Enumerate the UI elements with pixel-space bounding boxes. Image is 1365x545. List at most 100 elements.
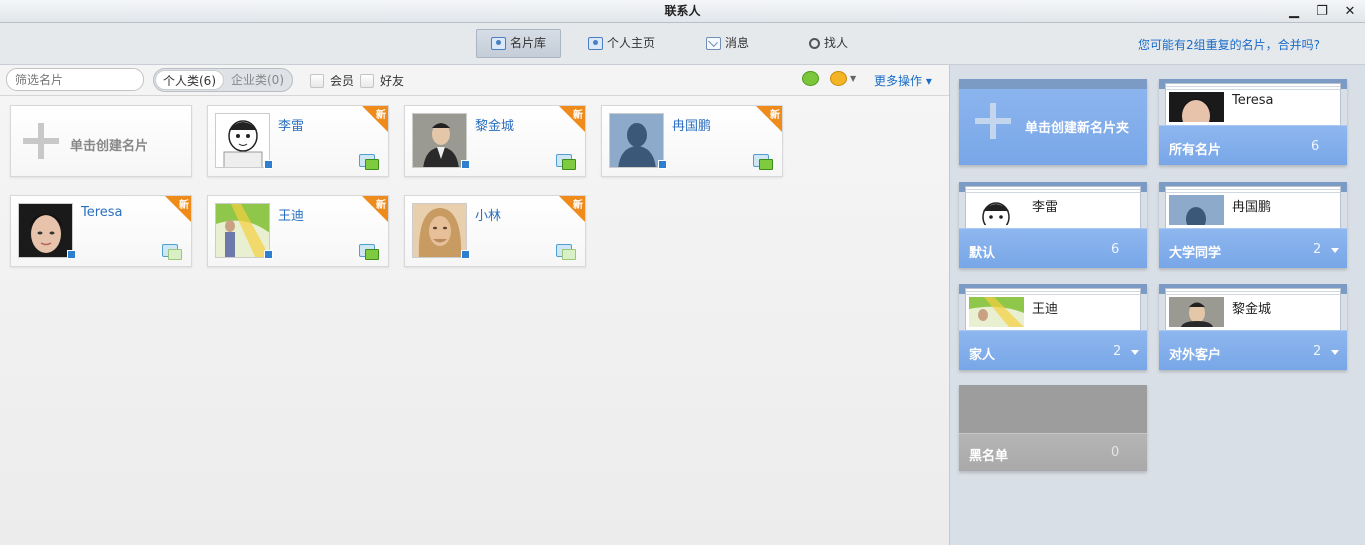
default-silhouette-avatar [609,113,664,168]
tab-label: 名片库 [510,36,547,50]
chat-icon[interactable] [556,244,576,260]
new-badge-text: 新 [573,200,583,211]
folder-count: 2 [1313,242,1322,257]
tab-label: 个人主页 [607,36,656,50]
contact-card[interactable]: 黎金城 新 [404,105,586,177]
contact-card[interactable]: 小林 新 [404,195,586,267]
folder-count: 2 [1113,344,1122,359]
contact-name[interactable]: Teresa [81,205,123,220]
close-button[interactable]: ✕ [1341,0,1359,23]
contact-name[interactable]: 小林 [475,205,501,224]
checkbox-box[interactable] [310,73,324,88]
merge-duplicates-link[interactable]: 您可能有2组重复的名片，合并吗? [1138,36,1320,53]
contact-card[interactable]: 冉国鹏 新 [601,105,783,177]
window-title: 联系人 [664,4,701,18]
folder-preview-photo [1169,297,1224,327]
contact-name[interactable]: 王迪 [278,205,304,224]
card-library-icon [491,37,506,50]
photo-woman [18,203,73,258]
window-titlebar: 联系人 ▁ ❐ ✕ [0,0,1365,23]
contact-name[interactable]: 冉国鹏 [672,115,711,134]
folder-default[interactable]: 李雷 默认 6 [959,182,1147,268]
contact-name[interactable]: 李雷 [278,115,304,134]
minimize-button[interactable]: ▁ [1285,0,1303,23]
dropdown-icon[interactable] [461,250,470,259]
contact-card[interactable]: 李雷 新 [207,105,389,177]
folder-count: 2 [1313,344,1322,359]
folder-name: 所有名片 [1169,143,1222,158]
new-badge-text: 新 [376,110,386,121]
dropdown-icon[interactable] [264,160,273,169]
folder-college-classmates[interactable]: 冉国鹏 大学同学 2 [1159,182,1347,268]
create-card-button[interactable]: 单击创建名片 [10,105,192,177]
folder-preview-name: 李雷 [1032,200,1059,215]
tab-profile[interactable]: 个人主页 [574,29,669,58]
category-segmented-control: 个人类(6) 企业类(0) [153,68,293,92]
tab-label: 找人 [824,36,849,50]
create-folder-button[interactable]: 单击创建新名片夹 [959,79,1147,165]
tab-card-library[interactable]: 名片库 [476,29,562,58]
filter-toolbar: 个人类(6) 企业类(0) 会员 好友 ▼ 更多操作 ▾ [0,65,949,96]
folder-name: 家人 [969,348,996,363]
window-controls: ▁ ❐ ✕ [1285,0,1359,23]
mail-icon [706,37,721,50]
more-actions-menu[interactable]: 更多操作 ▾ [874,72,932,89]
checkbox-box[interactable] [360,73,374,88]
segment-enterprise[interactable]: 企业类(0) [224,70,291,90]
folder-name: 大学同学 [1169,246,1222,261]
new-badge-text: 新 [179,200,189,211]
segment-personal[interactable]: 个人类(6) [155,70,224,90]
folder-preview-name: Teresa [1232,93,1274,108]
contact-card[interactable]: 王迪 新 [207,195,389,267]
chat-icon[interactable] [753,154,773,170]
folder-preview-photo [1169,195,1224,225]
folder-all-cards[interactable]: Teresa 所有名片 6 [1159,79,1347,165]
tab-label: 消息 [725,36,750,50]
friend-checkbox[interactable]: 好友 [360,72,404,89]
checkbox-label: 好友 [380,74,405,88]
folder-panel: 单击创建新名片夹 Teresa 所有名片 6 李雷 默认 6 冉国鹏 大学同学 … [950,65,1365,545]
checkbox-label: 会员 [330,74,355,88]
folder-external-clients[interactable]: 黎金城 对外客户 2 [1159,284,1347,370]
chat-icon[interactable] [162,244,182,260]
folder-preview-photo [969,297,1024,327]
create-folder-label: 单击创建新名片夹 [1025,121,1130,136]
chat-icon[interactable] [556,154,576,170]
tab-messages[interactable]: 消息 [692,29,763,58]
profile-icon [588,37,603,50]
contact-card[interactable]: Teresa 新 [10,195,192,267]
tab-find-people[interactable]: 找人 [795,29,862,58]
dropdown-icon[interactable] [67,250,76,259]
chevron-down-icon[interactable] [1131,350,1139,355]
dropdown-icon[interactable] [264,250,273,259]
folder-count: 6 [1111,242,1120,257]
folder-preview-name: 冉国鹏 [1232,200,1272,215]
contact-name[interactable]: 黎金城 [475,115,514,134]
dropdown-icon[interactable] [658,160,667,169]
photo-longhair [412,203,467,258]
photo-colorful [215,203,270,258]
folder-preview-photo [1169,92,1224,122]
folder-preview-name: 王迪 [1032,302,1059,317]
smiley-icon[interactable] [830,71,847,86]
folder-blacklist[interactable]: 黑名单 0 [959,385,1147,471]
chevron-down-icon[interactable]: ▼ [850,74,856,83]
folder-name: 默认 [969,246,996,261]
chevron-down-icon[interactable] [1331,248,1339,253]
folder-count: 0 [1111,445,1120,460]
chat-icon[interactable] [359,154,379,170]
chat-icon[interactable] [359,244,379,260]
dropdown-icon[interactable] [461,160,470,169]
filter-cards-input[interactable] [6,68,144,91]
chat-bubble-icon[interactable] [802,71,819,86]
new-badge-text: 新 [376,200,386,211]
folder-name: 黑名单 [969,449,1009,464]
chevron-down-icon[interactable] [1331,350,1339,355]
member-checkbox[interactable]: 会员 [310,72,354,89]
photo-man [412,113,467,168]
card-grid: 单击创建名片 李雷 新 黎金城 新 冉国鹏 新 Teresa 新 王迪 新 小林… [0,96,949,545]
create-card-label: 单击创建名片 [70,139,149,154]
cartoon-avatar [215,113,270,168]
restore-button[interactable]: ❐ [1313,0,1331,23]
folder-family[interactable]: 王迪 家人 2 [959,284,1147,370]
